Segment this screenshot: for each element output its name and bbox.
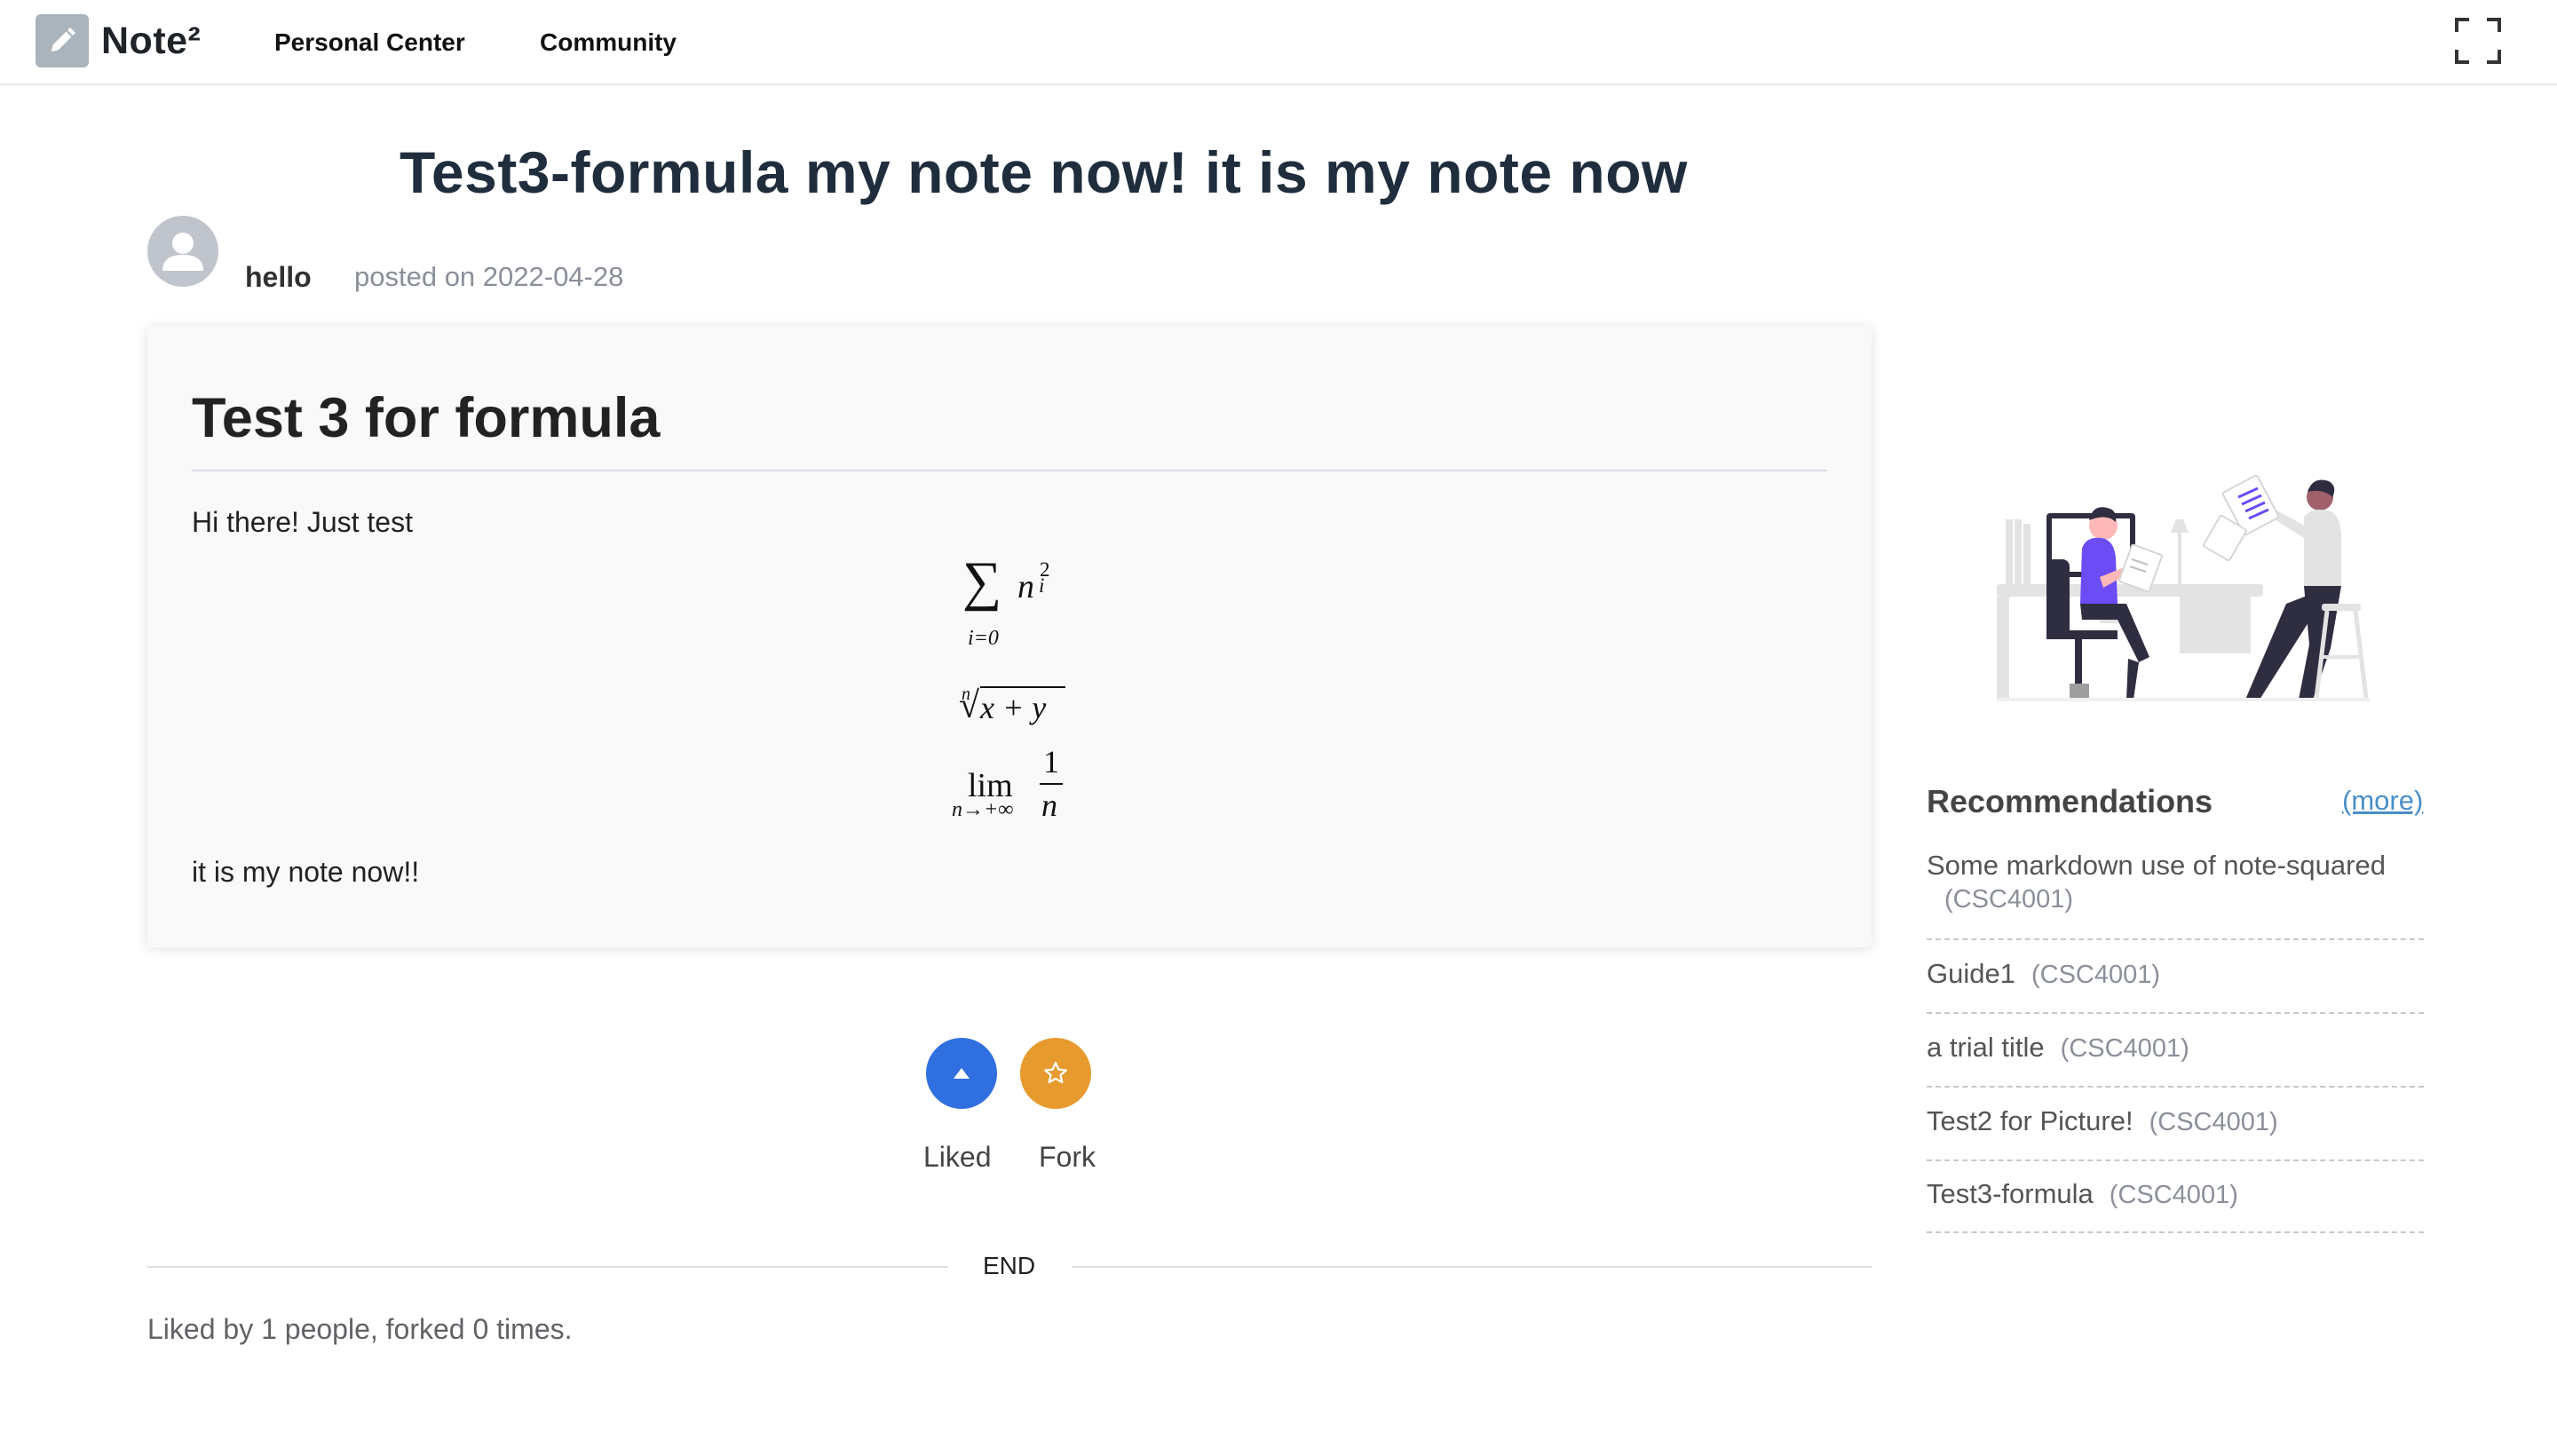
logo[interactable]: Note² [36, 9, 201, 73]
note-paragraph-intro: Hi there! Just test [192, 506, 413, 538]
note-content-card: Test 3 for formula Hi there! Just test ∑… [147, 326, 1872, 947]
recommendation-title: a trial title [1927, 1032, 2045, 1063]
recommendation-course: (CSC4001) [2031, 961, 2161, 989]
recommendation-item[interactable]: a trial title (CSC4001) [1927, 1032, 2424, 1088]
fraction-bar [1040, 783, 1063, 785]
frac-numerator: 1 [1043, 744, 1059, 779]
end-divider-left [147, 1266, 948, 1268]
post-date: posted on 2022-04-28 [354, 261, 624, 292]
recommendation-title: Test2 for Picture! [1927, 1105, 2133, 1136]
recommendation-course: (CSC4001) [1944, 885, 2074, 914]
nav-community[interactable]: Community [540, 28, 677, 57]
recommendation-course: (CSC4001) [2060, 1034, 2189, 1063]
recommendation-item[interactable]: Test3-formula (CSC4001) [1927, 1178, 2424, 1233]
heading-divider [192, 470, 1827, 471]
recommendation-title: Guide1 [1927, 958, 2015, 989]
end-divider-right [1072, 1266, 1872, 1268]
recommendation-title: Test3-formula [1927, 1178, 2094, 1209]
fork-label: Fork [1039, 1141, 1096, 1173]
caret-up-icon [954, 1068, 970, 1079]
sum-term: n [1017, 568, 1034, 605]
recommendation-item[interactable]: Some markdown use of note-squared (CSC40… [1927, 848, 2424, 940]
recommendation-course: (CSC4001) [2109, 1181, 2238, 1209]
recommendations-title: Recommendations [1927, 783, 2213, 819]
note-paragraph-outro: it is my note now!! [192, 856, 420, 888]
working-people-illustration [1997, 474, 2370, 701]
liked-label: Liked [923, 1141, 992, 1173]
note-heading: Test 3 for formula [192, 387, 661, 449]
recommendation-course: (CSC4001) [2149, 1108, 2278, 1136]
logo-text: Note² [101, 19, 202, 62]
end-marker: END [983, 1252, 1036, 1279]
top-navbar: Note² Personal Center Community [0, 0, 2557, 85]
like-fork-stats: Liked by 1 people, forked 0 times. [147, 1313, 573, 1345]
lim-under: n→+∞ [952, 798, 1014, 821]
fullscreen-icon[interactable] [2455, 18, 2501, 64]
root-symbol: √ [959, 685, 980, 726]
nav-personal-center[interactable]: Personal Center [274, 28, 465, 57]
sum-lower-limit: i=0 [968, 627, 999, 650]
like-button[interactable] [926, 1038, 997, 1109]
recommendation-item[interactable]: Guide1 (CSC4001) [1927, 958, 2424, 1014]
author-name[interactable]: hello [245, 261, 312, 294]
pencil-icon [36, 14, 89, 67]
recommendation-title: Some markdown use of note-squared [1927, 850, 2386, 881]
frac-denominator: n [1041, 787, 1057, 823]
sum-superscript: 2 [1040, 558, 1050, 581]
recommendations-more-link[interactable]: (more) [2342, 785, 2423, 817]
recommendation-item[interactable]: Test2 for Picture! (CSC4001) [1927, 1105, 2424, 1161]
star-icon [1044, 1062, 1067, 1084]
sum-symbol: ∑ [962, 551, 1002, 612]
page-title: Test3-formula my note now! it is my note… [400, 139, 1688, 205]
avatar[interactable] [147, 216, 218, 287]
root-body: x + y [980, 686, 1065, 726]
fork-button[interactable] [1020, 1038, 1091, 1109]
